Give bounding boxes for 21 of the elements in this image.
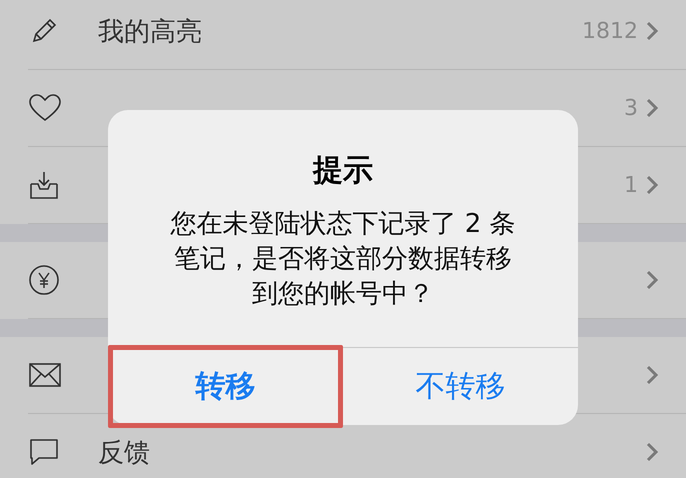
- dialog-title: 提示: [313, 152, 373, 190]
- dialog-message: 您在未登陆状态下记录了 2 条 笔记，是否将这部分数据转移 到您的帐号中？: [170, 208, 516, 311]
- inbox-icon: [28, 170, 60, 200]
- chevron-icon: [646, 175, 658, 195]
- row-label: 反馈: [98, 436, 150, 470]
- chevron-icon: [646, 270, 658, 290]
- dialog-button[interactable]: 转移: [108, 348, 343, 425]
- row-label: 我的高亮: [98, 16, 202, 48]
- yen-coin-icon: [28, 264, 60, 296]
- list-row[interactable]: 我的高亮 1812: [28, 0, 686, 70]
- row-count: 3: [624, 96, 638, 120]
- chevron-icon: [646, 21, 658, 41]
- chevron-icon: [646, 365, 658, 385]
- row-count: 1812: [582, 18, 638, 44]
- chevron-icon: [646, 442, 658, 462]
- dialog-button[interactable]: 不转移: [343, 348, 578, 425]
- mail-icon: [28, 362, 62, 388]
- chevron-icon: [646, 98, 658, 118]
- chat-bubble-icon: [28, 437, 60, 467]
- row-count: 1: [624, 172, 638, 198]
- heart-icon: [28, 93, 62, 123]
